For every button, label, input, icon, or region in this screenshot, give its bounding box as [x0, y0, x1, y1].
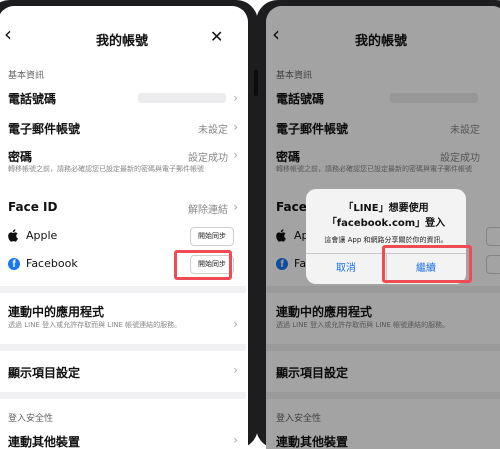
email-value: 未設定 — [198, 125, 228, 136]
cancel-button[interactable]: 取消 — [306, 253, 386, 284]
chevron-right-icon: › — [233, 363, 238, 377]
chevron-right-icon: › — [233, 120, 238, 134]
password-note: 轉移帳號之前，請務必確認您已設定最新的密碼與電子郵件帳號 — [8, 165, 204, 173]
left-content: ‹ 我的帳號 ✕ 基本資訊 電話號碼 › 電子郵件帳號 未設定 › 密碼 設定成… — [0, 6, 246, 449]
continue-highlight — [382, 245, 472, 283]
close-icon[interactable]: ✕ — [210, 28, 223, 46]
chevron-right-icon: › — [233, 433, 238, 447]
left-phone-frame: ‹ 我的帳號 ✕ 基本資訊 電話號碼 › 電子郵件帳號 未設定 › 密碼 設定成… — [0, 0, 260, 449]
section-login-security: 登入安全性 — [8, 414, 54, 424]
link-devices-label: 連動其他裝置 — [8, 435, 81, 449]
section-divider — [0, 286, 246, 293]
section-divider — [0, 344, 246, 351]
facebook-icon: f — [8, 258, 20, 270]
chevron-right-icon: › — [233, 148, 238, 162]
faceid-unlink-link[interactable]: 解除連結 — [188, 201, 228, 216]
dialog-message: 這會讓 App 和網路分享關於你的資訊。 — [324, 236, 448, 244]
section-basic-info: 基本資訊 — [8, 71, 45, 81]
display-settings-label: 顯示項目設定 — [8, 366, 81, 380]
password-value: 設定成功 — [188, 153, 228, 164]
password-label: 密碼 — [8, 150, 33, 164]
facebook-sync-highlight — [174, 250, 232, 280]
email-label: 電子郵件帳號 — [8, 122, 81, 136]
dialog-title-line2: 「facebook.com」登入 — [326, 218, 446, 229]
facebook-label: Facebook — [26, 257, 78, 270]
phone-label: 電話號碼 — [8, 92, 57, 106]
dialog-title-line1: 「LINE」想要使用 — [343, 203, 429, 214]
left-screen: ‹ 我的帳號 ✕ 基本資訊 電話號碼 › 電子郵件帳號 未設定 › 密碼 設定成… — [0, 6, 248, 449]
faceid-label: Face ID — [8, 200, 58, 214]
chevron-right-icon: › — [233, 317, 238, 331]
chevron-right-icon: › — [233, 200, 238, 214]
volume-button — [254, 70, 258, 96]
apple-label: Apple — [26, 229, 58, 242]
section-divider — [0, 392, 246, 399]
connected-apps-note: 透過 LINE 登入或允許存取而與 LINE 帳號連結的服務。 — [8, 321, 182, 329]
chevron-right-icon: › — [233, 91, 238, 105]
phone-value-blurred — [138, 93, 226, 103]
apple-sync-button[interactable]: 開始同步 — [190, 227, 234, 246]
right-phone-frame: ‹ 我的帳號 基本資訊 電話號碼 電子郵件帳號 未設定 密碼 設定成功 轉移帳號… — [254, 0, 500, 449]
right-screen: ‹ 我的帳號 基本資訊 電話號碼 電子郵件帳號 未設定 密碼 設定成功 轉移帳號… — [266, 6, 500, 449]
apple-icon — [8, 229, 18, 242]
connected-apps-label: 連動中的應用程式 — [8, 305, 105, 319]
